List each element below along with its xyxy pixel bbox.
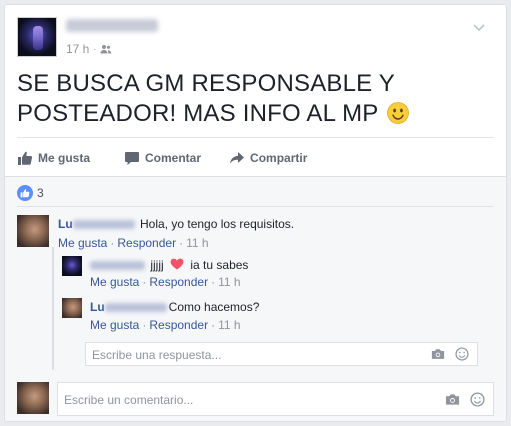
- reply-like-link[interactable]: Me gusta: [90, 275, 139, 289]
- reply-text-start: jjjjj: [150, 258, 164, 272]
- post-message: SE BUSCA GM RESPONSABLE Y POSTEADOR! MAS…: [17, 70, 395, 127]
- comment-like-link[interactable]: Me gusta: [58, 236, 107, 250]
- camera-icon[interactable]: [431, 347, 445, 361]
- post-card: 17 h · SE BUSCA GM RESPONSABLE Y POSTEAD…: [4, 4, 507, 422]
- comment-input-tools: [445, 392, 485, 407]
- reply-avatar[interactable]: [62, 298, 82, 318]
- reply-actions: Me gusta · Responder · 11 h: [90, 317, 241, 333]
- reactions-summary[interactable]: 3: [17, 185, 44, 201]
- comments-section: 3 Lu Hola, yo tengo los requisitos. Me g…: [5, 176, 506, 421]
- reply-input-placeholder: Escribe una respuesta...: [92, 348, 222, 362]
- commenter-avatar[interactable]: [17, 215, 49, 247]
- comment-input-placeholder: Escribe un comentario...: [64, 393, 194, 407]
- author-name-blurred[interactable]: [66, 19, 158, 32]
- reply-input[interactable]: Escribe una respuesta...: [85, 342, 478, 366]
- reply-time[interactable]: 11 h: [218, 275, 240, 289]
- like-button[interactable]: Me gusta: [17, 150, 90, 166]
- comment-time[interactable]: 11 h: [186, 236, 208, 250]
- reply-text: Como hacemos?: [168, 300, 260, 314]
- comment-reply-link[interactable]: Responder: [117, 236, 176, 250]
- post-time[interactable]: 17 h: [66, 42, 89, 56]
- action-separator: ·: [142, 318, 147, 332]
- reply-input-tools: [431, 347, 469, 361]
- heart-icon: [170, 258, 184, 270]
- chevron-down-icon[interactable]: [471, 21, 487, 35]
- comment-button[interactable]: Comentar: [124, 150, 201, 166]
- action-separator: ·: [110, 236, 115, 250]
- reply-author-blurred[interactable]: [90, 261, 145, 271]
- post-meta: 17 h ·: [66, 42, 112, 56]
- smiley-icon[interactable]: [455, 347, 469, 361]
- reply-thread-line: [52, 247, 54, 370]
- action-separator: ·: [211, 318, 216, 332]
- reply-author-name[interactable]: Lu: [90, 300, 169, 314]
- comment-actions: Me gusta · Responder · 11 h: [58, 235, 209, 251]
- reply-text-end: ia tu sabes: [190, 258, 249, 272]
- commenter-name[interactable]: Lu: [58, 217, 137, 231]
- reply-time[interactable]: 11 h: [218, 318, 240, 332]
- reaction-count: 3: [37, 186, 44, 200]
- reply-author-blurred: [104, 303, 167, 313]
- post-divider: [17, 137, 494, 138]
- like-reaction-icon: [17, 185, 33, 201]
- post-header: 17 h ·: [17, 17, 487, 57]
- action-separator: ·: [211, 275, 216, 289]
- comment-body: Lu Hola, yo tengo los requisitos.: [58, 216, 294, 232]
- reply-like-link[interactable]: Me gusta: [90, 318, 139, 332]
- friends-icon[interactable]: [100, 44, 112, 54]
- reply-reply-link[interactable]: Responder: [149, 275, 208, 289]
- reply-avatar[interactable]: [62, 256, 82, 276]
- comment-label: Comentar: [145, 151, 202, 165]
- action-separator: ·: [142, 275, 147, 289]
- author-avatar[interactable]: [17, 17, 57, 57]
- meta-separator: ·: [93, 44, 97, 54]
- reply-reply-link[interactable]: Responder: [149, 318, 208, 332]
- share-button[interactable]: Compartir: [229, 150, 307, 166]
- commenter-name-blurred: [72, 220, 135, 230]
- reply-actions: Me gusta · Responder · 11 h: [90, 274, 241, 290]
- comment-icon: [125, 152, 140, 165]
- reactions-divider: [17, 206, 494, 207]
- reply-body: jjjjj ia tu sabes: [90, 257, 248, 273]
- like-label: Me gusta: [38, 151, 91, 165]
- camera-icon[interactable]: [445, 392, 460, 407]
- share-icon: [230, 152, 245, 164]
- action-separator: ·: [179, 236, 184, 250]
- smile-emoji-icon: [387, 102, 409, 124]
- post-actions-bar: Me gusta Comentar Compartir: [17, 143, 335, 173]
- comment-text: Hola, yo tengo los requisitos.: [140, 217, 295, 231]
- reply-body: Lu Como hacemos?: [90, 299, 259, 315]
- comment-input[interactable]: Escribe un comentario...: [57, 382, 494, 416]
- thumbs-up-icon: [18, 151, 33, 165]
- current-user-avatar[interactable]: [17, 382, 49, 414]
- smiley-icon[interactable]: [470, 392, 485, 407]
- share-label: Compartir: [250, 151, 308, 165]
- post-text: SE BUSCA GM RESPONSABLE Y POSTEADOR! MAS…: [17, 69, 497, 129]
